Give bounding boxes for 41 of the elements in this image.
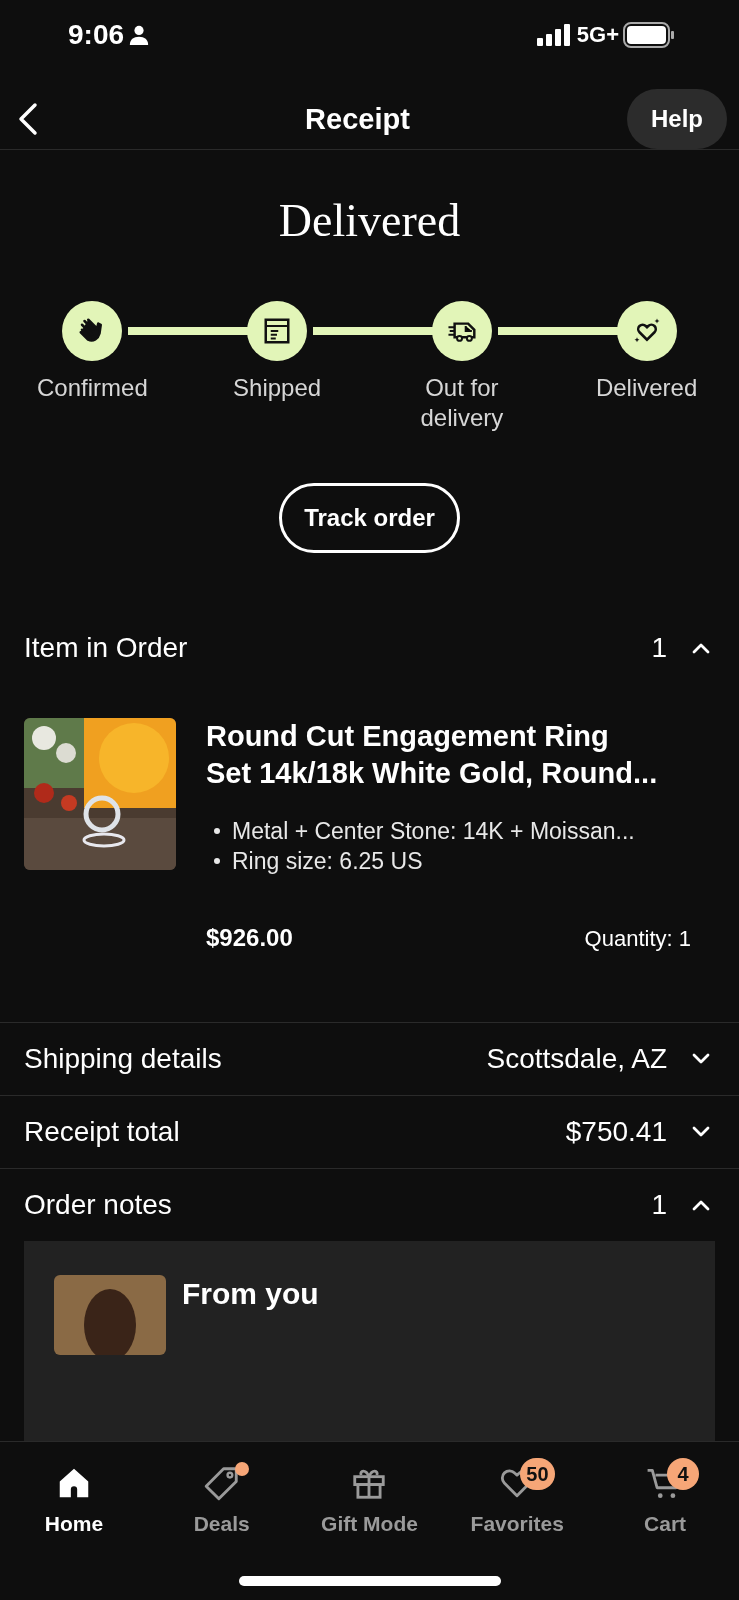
item-price: $926.00 [206, 923, 293, 954]
back-icon [16, 101, 40, 138]
track-order-button[interactable]: Track order [279, 483, 460, 554]
tab-bar-item[interactable]: 50 Favorites [443, 1454, 592, 1540]
item-title: Round Cut Engagement Ring Set 14k/18k White Gold, Round... [206, 719, 659, 792]
count-badge: 4 [667, 1458, 700, 1490]
item-quantity: Quantity: 1 [584, 924, 691, 953]
section-value: Scottsdale, AZ [486, 1042, 667, 1077]
tag-icon [202, 1464, 241, 1502]
item-option: Metal + Center Stone: 14K + Moissan... [232, 816, 635, 847]
bullet-icon [214, 828, 220, 835]
battery-icon [623, 21, 675, 48]
tab-bar-item[interactable]: Gift Mode [295, 1454, 444, 1540]
status-heading: Delivered [278, 194, 461, 249]
note-author: From you [182, 1276, 319, 1312]
section-title: Item in Order [24, 630, 188, 665]
item-option: Ring size: 6.25 US [232, 846, 423, 877]
step-label: Shipped [232, 373, 323, 404]
tab-bar-item[interactable]: Home [0, 1454, 148, 1540]
section-title: Order notes [24, 1187, 172, 1222]
section-value: $750.41 [565, 1114, 667, 1149]
signal-icon [536, 23, 573, 46]
section-title: Shipping details [24, 1042, 222, 1077]
tab-bar-item[interactable]: 4 Cart [591, 1454, 739, 1540]
network-label: 5G+ [576, 21, 619, 50]
section-title: Receipt total [24, 1114, 180, 1149]
avatar-icon [54, 1275, 166, 1355]
help-button[interactable]: Help [627, 89, 727, 150]
box-icon [262, 316, 293, 347]
step-label: Out for delivery [419, 373, 505, 434]
step-label: Delivered [594, 373, 699, 404]
section-value: 1 [651, 1187, 667, 1222]
count-badge: 50 [520, 1458, 555, 1490]
step-label: Confirmed [36, 373, 149, 404]
page-title: Receipt [305, 101, 410, 137]
person-icon [128, 23, 151, 46]
bullet-icon [214, 858, 220, 865]
tab-bar-item[interactable]: Deals [147, 1454, 296, 1540]
chevron-down-icon [691, 1124, 711, 1139]
item-count: 1 [651, 630, 667, 665]
status-time: 9:06 [68, 17, 125, 52]
